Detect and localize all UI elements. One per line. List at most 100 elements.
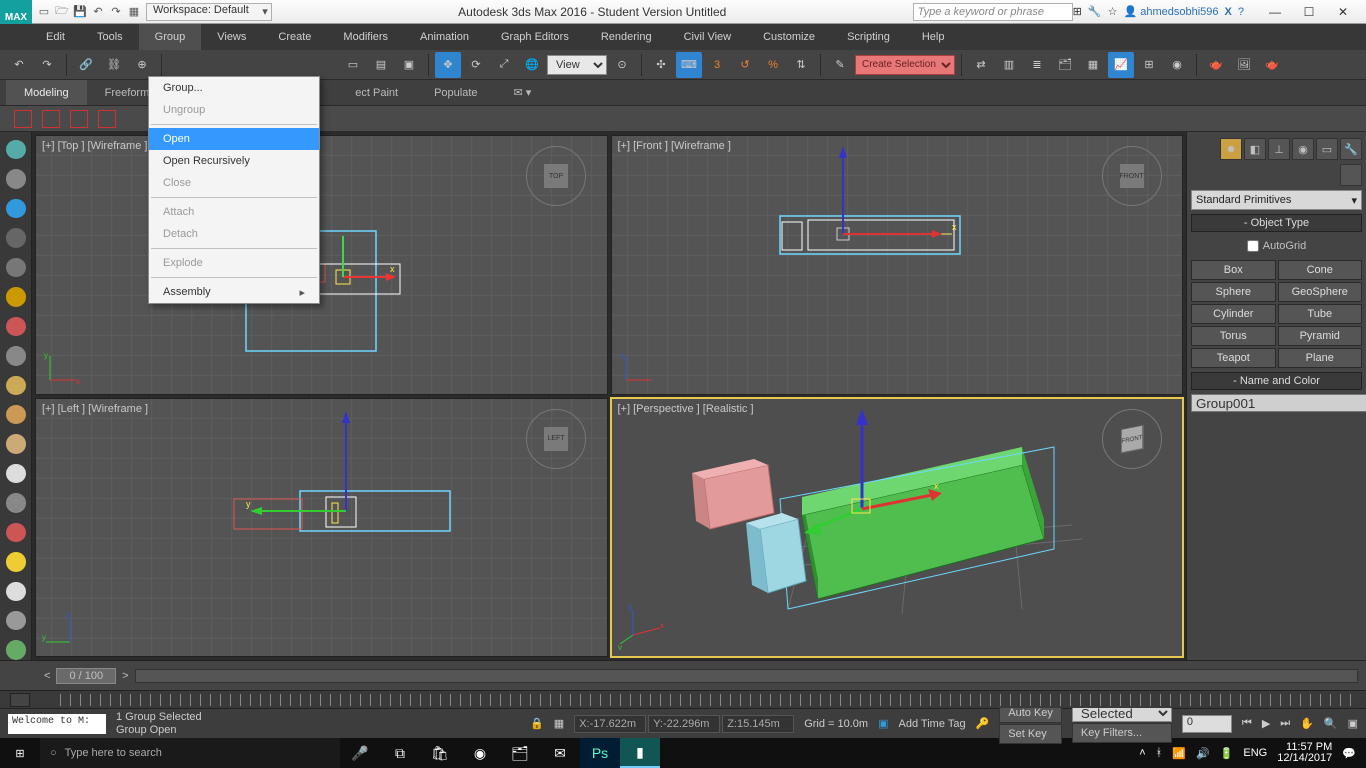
taskbar-explorer-icon[interactable]: 🗂 xyxy=(500,738,540,768)
key-filters-button[interactable]: Key Filters... xyxy=(1072,723,1172,743)
primitive-cone[interactable]: Cone xyxy=(1278,260,1363,280)
ref-coord-icon[interactable]: 🌐 xyxy=(519,52,545,78)
menu-views[interactable]: Views xyxy=(201,24,262,50)
menu-edit[interactable]: Edit xyxy=(30,24,81,50)
tray-notifications-icon[interactable]: 💬 xyxy=(1342,747,1356,760)
angle-snap-icon[interactable]: ↺ xyxy=(732,52,758,78)
select-name-icon[interactable]: ▤ xyxy=(368,52,394,78)
time-slider-scrub-left[interactable]: < xyxy=(44,670,50,682)
isolate-icon[interactable]: ▦ xyxy=(554,717,564,730)
maxscript-listener[interactable]: Welcome to M: xyxy=(8,714,106,734)
menu-scripting[interactable]: Scripting xyxy=(831,24,906,50)
menu-graph-editors[interactable]: Graph Editors xyxy=(485,24,585,50)
unlink-icon[interactable]: ⛓ xyxy=(101,52,127,78)
lt-icon-9[interactable] xyxy=(6,376,26,395)
new-file-icon[interactable]: ▭ xyxy=(36,4,52,20)
tray-network-icon[interactable]: 📶 xyxy=(1172,747,1186,760)
workspace-dropdown[interactable]: Workspace: Default xyxy=(146,3,272,21)
app-logo[interactable]: MAX xyxy=(0,0,32,24)
time-slider-scrub-right[interactable]: > xyxy=(122,670,128,682)
primitive-box[interactable]: Box xyxy=(1191,260,1276,280)
play-controls-next-icon[interactable]: ⏭ xyxy=(1280,717,1290,730)
group-menu-open-recursively[interactable]: Open Recursively xyxy=(149,150,319,172)
lt-icon-13[interactable] xyxy=(6,493,26,512)
category-dropdown[interactable]: Standard Primitives▾ xyxy=(1191,190,1362,210)
primitive-torus[interactable]: Torus xyxy=(1191,326,1276,346)
lt-icon-18[interactable] xyxy=(6,640,26,659)
tab-create-icon[interactable]: ✹ xyxy=(1220,138,1242,160)
menu-tools[interactable]: Tools xyxy=(81,24,139,50)
tab-motion-icon[interactable]: ◉ xyxy=(1292,138,1314,160)
select-manipulate-icon[interactable]: ✣ xyxy=(648,52,674,78)
start-button[interactable]: ⊞ xyxy=(0,747,40,760)
lt-icon-5[interactable] xyxy=(6,258,26,277)
ribbon-toggle-icon[interactable]: ▦ xyxy=(1080,52,1106,78)
tray-language[interactable]: ENG xyxy=(1243,747,1267,759)
lt-icon-17[interactable] xyxy=(6,611,26,630)
lt-icon-4[interactable] xyxy=(6,228,26,247)
redo-button[interactable]: ↷ xyxy=(34,52,60,78)
ribbon-tab-modeling[interactable]: Modeling xyxy=(6,80,87,105)
tray-overflow-icon[interactable]: ˄ xyxy=(1139,747,1145,759)
time-tag-icon[interactable]: ▣ xyxy=(878,717,888,730)
bind-icon[interactable]: ⊕ xyxy=(129,52,155,78)
viewport-top[interactable]: [+] [Top ] [Wireframe ] TOP x x y xyxy=(35,135,608,395)
close-button[interactable]: ✕ xyxy=(1326,1,1360,23)
ribbon-config-icon[interactable]: ✉ ▾ xyxy=(496,80,550,105)
task-view-icon[interactable]: ⧉ xyxy=(380,738,420,768)
coord-z[interactable]: Z: 15.145m xyxy=(722,715,794,733)
layers-icon[interactable]: ≣ xyxy=(1024,52,1050,78)
viewport-nav-zoom-icon[interactable]: 🔍 xyxy=(1324,717,1338,730)
frame-indicator[interactable]: 0 / 100 xyxy=(56,668,116,684)
primitive-geosphere[interactable]: GeoSphere xyxy=(1278,282,1363,302)
help-icon[interactable]: ? xyxy=(1238,6,1244,18)
select-object-icon[interactable]: ▭ xyxy=(340,52,366,78)
primitive-tube[interactable]: Tube xyxy=(1278,304,1363,324)
primitive-pyramid[interactable]: Pyramid xyxy=(1278,326,1363,346)
lt-icon-12[interactable] xyxy=(6,464,26,483)
poly-mode-2-icon[interactable] xyxy=(42,110,60,128)
add-time-tag[interactable]: Add Time Tag xyxy=(899,718,966,730)
reference-coord-dropdown[interactable]: View xyxy=(547,55,607,75)
cortana-mic-icon[interactable]: 🎤 xyxy=(340,738,380,768)
render-icon[interactable]: 🫖 xyxy=(1259,52,1285,78)
scale-tool[interactable]: ⤢ xyxy=(491,52,517,78)
open-file-icon[interactable]: 🗁 xyxy=(54,4,70,20)
viewport-nav-max-icon[interactable]: ▣ xyxy=(1348,717,1358,730)
timeline-key-icon[interactable] xyxy=(10,693,30,707)
named-sel-edit-icon[interactable]: ✎ xyxy=(827,52,853,78)
tab-modify-icon[interactable]: ◧ xyxy=(1244,138,1266,160)
named-selection-dropdown[interactable]: Create Selection Se xyxy=(855,55,955,75)
viewport-nav-pan-icon[interactable]: ✋ xyxy=(1300,717,1314,730)
save-icon[interactable]: 💾 xyxy=(72,4,88,20)
curve-editor-icon[interactable]: 📈 xyxy=(1108,52,1134,78)
spinner-snap-icon[interactable]: ⇅ xyxy=(788,52,814,78)
exchange-icon[interactable]: X xyxy=(1225,6,1232,18)
lock-selection-icon[interactable]: 🔒 xyxy=(530,717,544,730)
object-name-input[interactable] xyxy=(1191,394,1366,412)
group-menu-open[interactable]: Open xyxy=(149,128,319,150)
wrench-icon[interactable]: 🔧 xyxy=(1088,5,1102,18)
snap-toggle-icon[interactable]: 3 xyxy=(704,52,730,78)
menu-rendering[interactable]: Rendering xyxy=(585,24,668,50)
lt-icon-16[interactable] xyxy=(6,582,26,601)
keyboard-shortcut-icon[interactable]: ⌨ xyxy=(676,52,702,78)
viewport-perspective[interactable]: [+] [Perspective ] [Realistic ] FRONT xyxy=(611,398,1184,658)
poly-mode-4-icon[interactable] xyxy=(98,110,116,128)
help-search-input[interactable]: Type a keyword or phrase xyxy=(913,3,1073,21)
menu-civil-view[interactable]: Civil View xyxy=(668,24,747,50)
undo-icon[interactable]: ↶ xyxy=(90,4,106,20)
tray-battery-icon[interactable]: 🔋 xyxy=(1220,747,1234,760)
autogrid-checkbox[interactable]: AutoGrid xyxy=(1191,236,1362,256)
material-editor-icon[interactable]: ◉ xyxy=(1164,52,1190,78)
primitive-sphere[interactable]: Sphere xyxy=(1191,282,1276,302)
layer-explorer-icon[interactable]: 🗂 xyxy=(1052,52,1078,78)
poly-mode-3-icon[interactable] xyxy=(70,110,88,128)
signed-in-user[interactable]: 👤 ahmedsobhi596 xyxy=(1123,5,1218,18)
lt-icon-7[interactable] xyxy=(6,317,26,336)
key-mode-icon[interactable]: 🔑 xyxy=(976,717,990,730)
schematic-view-icon[interactable]: ⊞ xyxy=(1136,52,1162,78)
subscription-icon[interactable]: ⊞ xyxy=(1073,5,1082,18)
current-frame-spinner[interactable]: 0 xyxy=(1182,715,1232,733)
menu-group[interactable]: Group xyxy=(139,24,202,50)
